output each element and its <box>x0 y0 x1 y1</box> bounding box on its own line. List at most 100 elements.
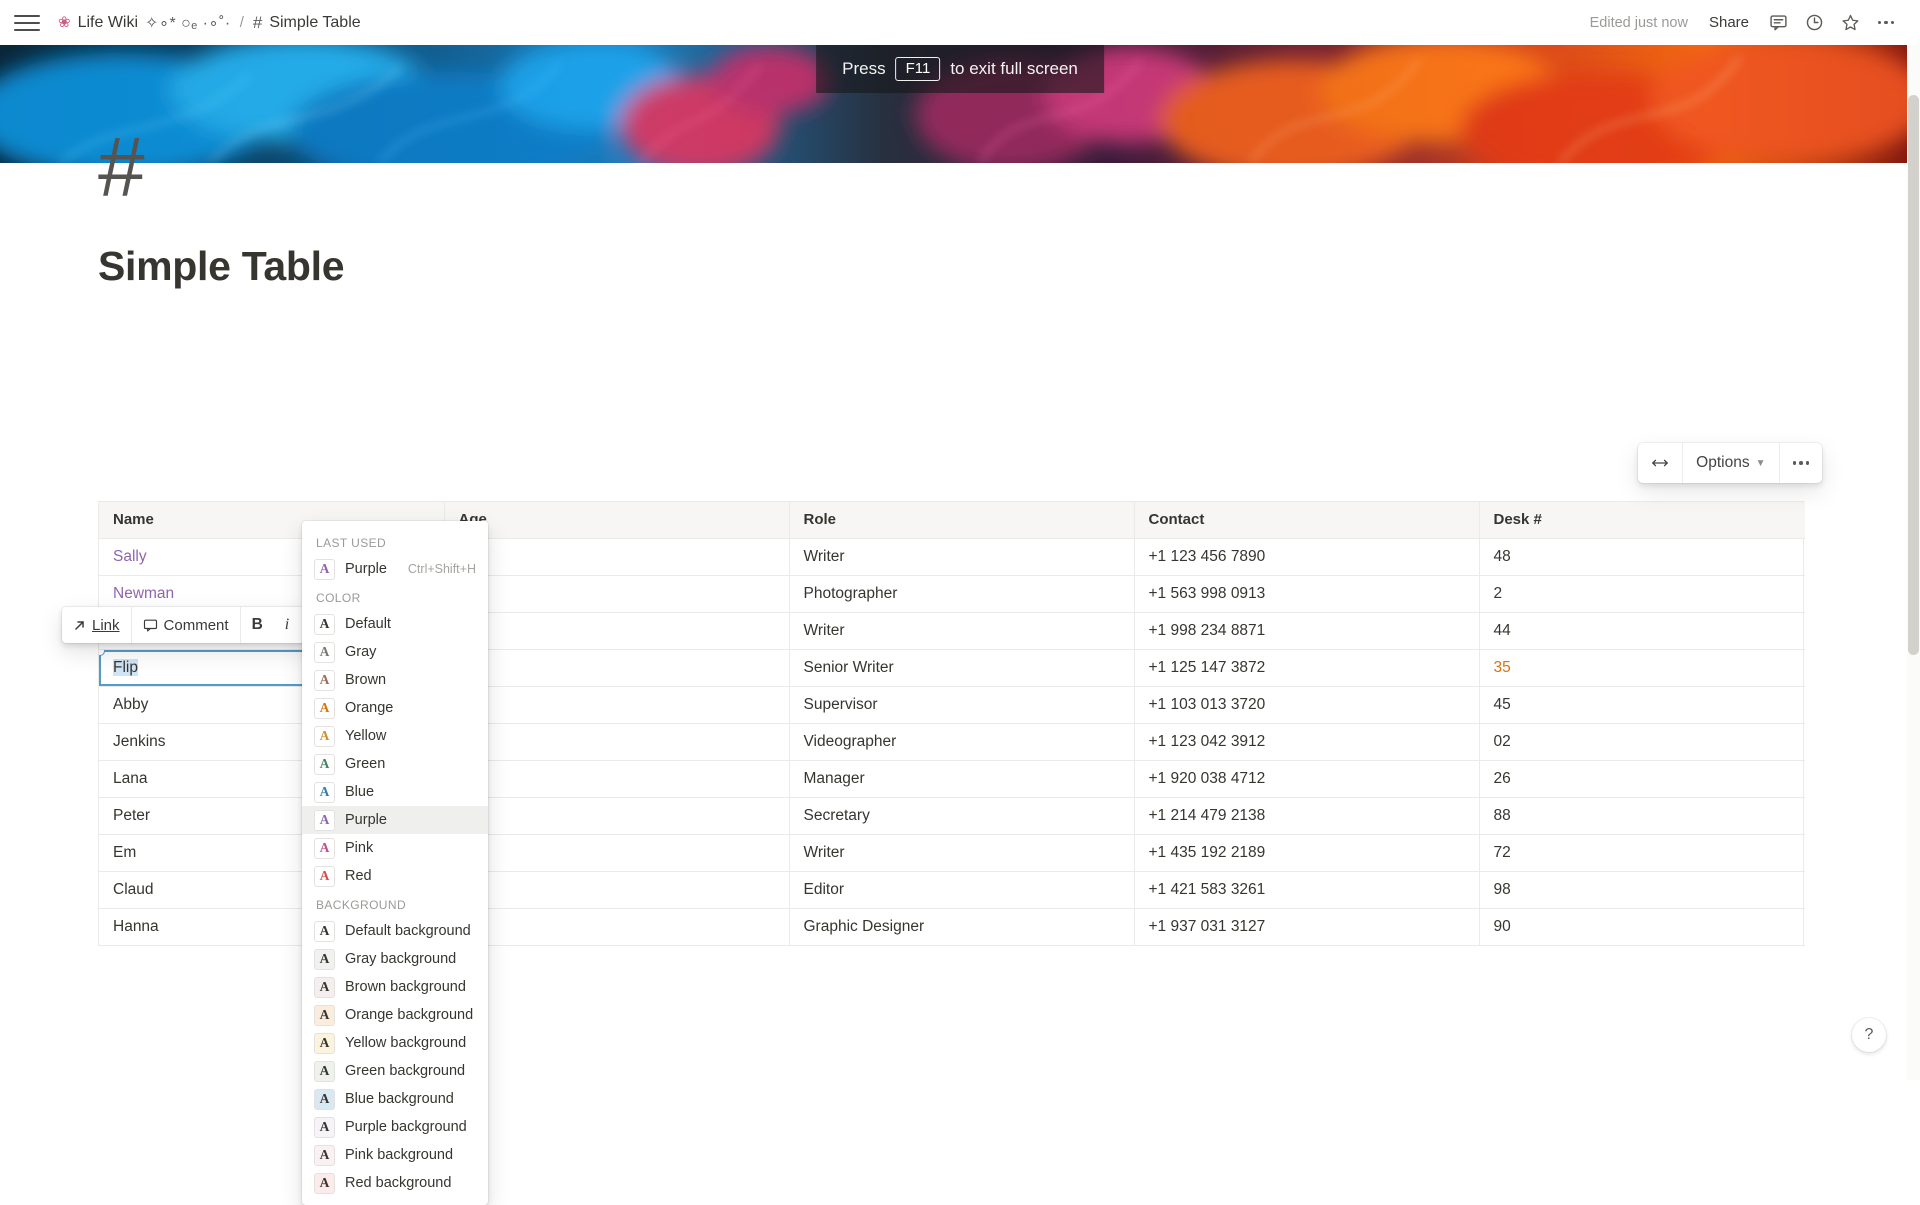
cell-role[interactable]: Manager <box>789 760 1134 797</box>
color-menu-item[interactable]: ADefault <box>302 610 488 638</box>
cell-role[interactable]: Senior Writer <box>789 649 1134 686</box>
color-menu-item[interactable]: AYellow background <box>302 1029 488 1057</box>
color-menu-item[interactable]: ARed <box>302 862 488 890</box>
cell-age[interactable] <box>444 723 789 760</box>
color-menu-item[interactable]: ABlue background <box>302 1085 488 1113</box>
share-button[interactable]: Share <box>1700 9 1758 36</box>
page-icon[interactable]: # <box>98 125 145 209</box>
link-button[interactable]: Link <box>62 607 131 643</box>
cell-role[interactable]: Writer <box>789 834 1134 871</box>
color-menu-item[interactable]: AOrange <box>302 694 488 722</box>
more-options-icon[interactable] <box>1870 7 1902 39</box>
hamburger-menu-icon[interactable] <box>14 10 40 36</box>
column-header-desk[interactable]: Desk # <box>1479 502 1805 538</box>
cell-role[interactable]: Graphic Designer <box>789 908 1134 945</box>
edited-status[interactable]: Edited just now <box>1582 11 1696 35</box>
cell-desk[interactable]: 2 <box>1479 575 1805 612</box>
cell-age[interactable] <box>444 908 789 945</box>
cell-desk[interactable]: 02 <box>1479 723 1805 760</box>
color-menu-item[interactable]: APink <box>302 834 488 862</box>
cell-role[interactable]: Videographer <box>789 723 1134 760</box>
cell-contact[interactable]: +1 937 031 3127 <box>1134 908 1479 945</box>
breadcrumb-page[interactable]: # Simple Table <box>247 10 367 36</box>
column-header-age[interactable]: Age <box>444 502 789 538</box>
cell-contact[interactable]: +1 435 192 2189 <box>1134 834 1479 871</box>
cell-desk[interactable]: 88 <box>1479 797 1805 834</box>
cell-desk[interactable]: 26 <box>1479 760 1805 797</box>
cell-contact[interactable]: +1 421 583 3261 <box>1134 871 1479 908</box>
cell-role[interactable]: Editor <box>789 871 1134 908</box>
cell-age[interactable] <box>444 797 789 834</box>
cell-age[interactable] <box>444 686 789 723</box>
column-header-role[interactable]: Role <box>789 502 1134 538</box>
cell-contact[interactable]: +1 920 038 4712 <box>1134 760 1479 797</box>
color-swatch-icon: A <box>314 1005 335 1026</box>
italic-button[interactable]: i <box>274 607 300 643</box>
cell-age[interactable] <box>444 871 789 908</box>
help-button[interactable]: ? <box>1852 1018 1886 1052</box>
color-menu-item[interactable]: ARed background <box>302 1169 488 1197</box>
chevron-down-icon: ▼ <box>1756 458 1766 469</box>
cell-contact[interactable]: +1 123 042 3912 <box>1134 723 1479 760</box>
page-scrollbar-thumb[interactable] <box>1908 95 1919 655</box>
options-dropdown-button[interactable]: Options ▼ <box>1682 443 1778 483</box>
cell-contact[interactable]: +1 125 147 3872 <box>1134 649 1479 686</box>
color-menu-item[interactable]: AGray <box>302 638 488 666</box>
table-more-options-icon[interactable] <box>1779 443 1823 483</box>
color-menu-item[interactable]: ABlue <box>302 778 488 806</box>
cell-role[interactable]: Writer <box>789 538 1134 575</box>
full-width-toggle-icon[interactable] <box>1638 443 1682 483</box>
column-header-contact[interactable]: Contact <box>1134 502 1479 538</box>
cell-desk[interactable]: 90 <box>1479 908 1805 945</box>
cell-age[interactable] <box>444 760 789 797</box>
color-menu-item[interactable]: APink background <box>302 1141 488 1169</box>
history-clock-icon[interactable] <box>1798 7 1830 39</box>
top-bar: ❀ Life Wiki ✧∘* ○ₑ ·∘˚· / # Simple Table… <box>0 0 1920 45</box>
color-swatch-icon: A <box>314 1145 335 1166</box>
cell-desk[interactable]: 44 <box>1479 612 1805 649</box>
cell-desk[interactable]: 98 <box>1479 871 1805 908</box>
cell-role[interactable]: Writer <box>789 612 1134 649</box>
page-scrollbar-track[interactable] <box>1907 45 1920 1080</box>
cell-age[interactable] <box>444 649 789 686</box>
fullscreen-exit-toast: Press F11 to exit full screen <box>816 45 1104 93</box>
color-menu-item[interactable]: APurpleCtrl+Shift+H <box>302 555 488 583</box>
color-menu-item[interactable]: APurple background <box>302 1113 488 1141</box>
page-title[interactable]: Simple Table <box>98 243 344 290</box>
cell-desk[interactable]: 35 <box>1479 649 1805 686</box>
cell-role[interactable]: Secretary <box>789 797 1134 834</box>
cell-role[interactable]: Photographer <box>789 575 1134 612</box>
color-swatch-icon: A <box>314 1061 335 1082</box>
cell-desk[interactable]: 48 <box>1479 538 1805 575</box>
cell-contact[interactable]: +1 214 479 2138 <box>1134 797 1479 834</box>
comment-icon[interactable] <box>1762 7 1794 39</box>
color-menu-item[interactable]: AOrange background <box>302 1001 488 1029</box>
cell-age[interactable] <box>444 834 789 871</box>
color-menu-item[interactable]: APurple <box>302 806 488 834</box>
color-menu-item[interactable]: ADefault background <box>302 917 488 945</box>
color-menu-item[interactable]: ABrown background <box>302 973 488 1001</box>
cell-age[interactable] <box>444 575 789 612</box>
cell-contact[interactable]: +1 998 234 8871 <box>1134 612 1479 649</box>
breadcrumb-workspace[interactable]: ❀ Life Wiki ✧∘* ○ₑ ·∘˚· <box>52 10 237 36</box>
text-color-menu[interactable]: LAST USEDAPurpleCtrl+Shift+HCOLORADefaul… <box>302 521 488 1205</box>
cell-contact[interactable]: +1 563 998 0913 <box>1134 575 1479 612</box>
cell-age[interactable] <box>444 612 789 649</box>
cell-contact[interactable]: +1 103 013 3720 <box>1134 686 1479 723</box>
comment-label: Comment <box>164 617 229 634</box>
cell-age[interactable] <box>444 538 789 575</box>
toast-prefix: Press <box>842 59 885 79</box>
cell-contact[interactable]: +1 123 456 7890 <box>1134 538 1479 575</box>
cell-desk[interactable]: 72 <box>1479 834 1805 871</box>
star-icon[interactable] <box>1834 7 1866 39</box>
color-menu-item[interactable]: AGreen background <box>302 1057 488 1085</box>
color-menu-item[interactable]: AGreen <box>302 750 488 778</box>
comment-button[interactable]: Comment <box>132 607 240 643</box>
color-menu-item[interactable]: ABrown <box>302 666 488 694</box>
bold-button[interactable]: B <box>241 607 274 643</box>
cell-role[interactable]: Supervisor <box>789 686 1134 723</box>
color-menu-item[interactable]: AGray background <box>302 945 488 973</box>
color-menu-item[interactable]: AYellow <box>302 722 488 750</box>
color-swatch-icon: A <box>314 977 335 998</box>
cell-desk[interactable]: 45 <box>1479 686 1805 723</box>
